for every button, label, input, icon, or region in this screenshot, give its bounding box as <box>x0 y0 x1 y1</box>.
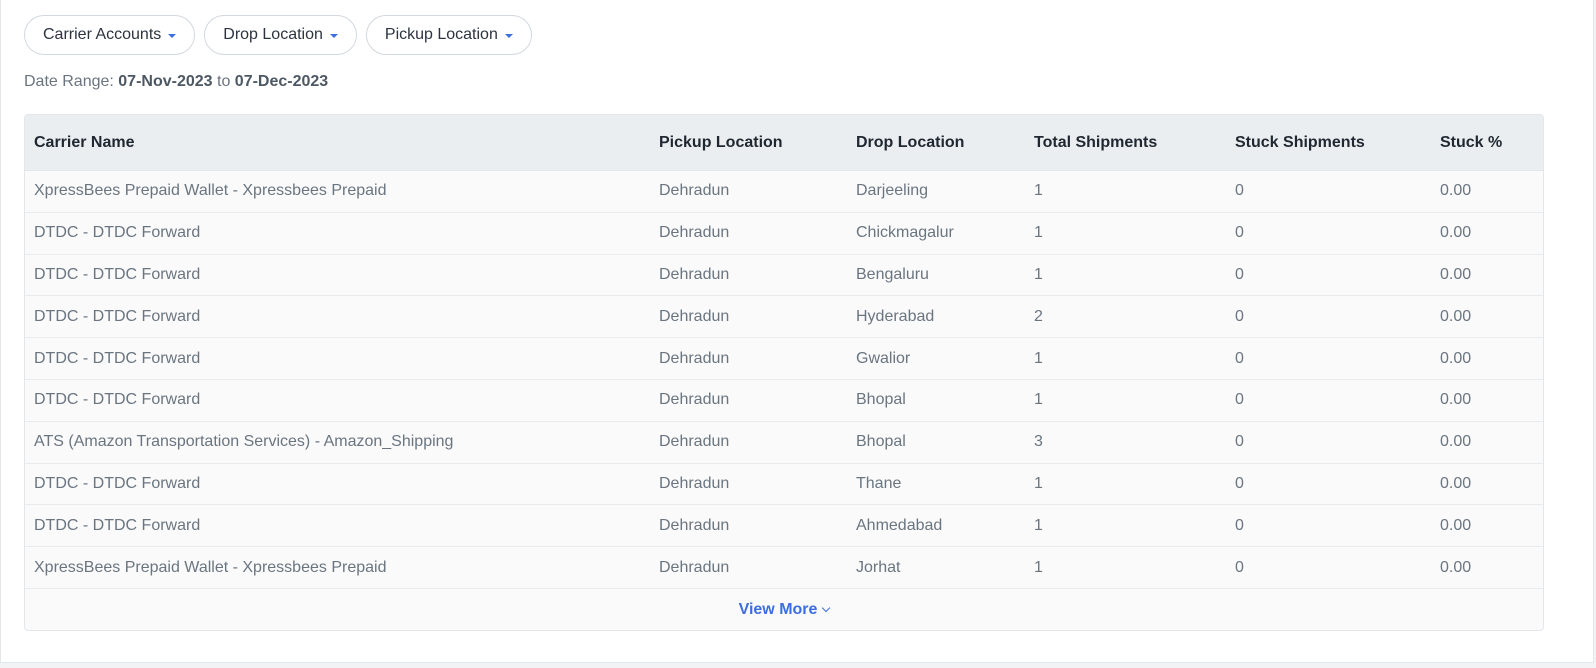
shipments-table: Carrier Name Pickup Location Drop Locati… <box>24 114 1544 631</box>
report-card: Carrier Accounts Drop Location Pickup Lo… <box>0 0 1594 663</box>
cell-stuck-shipments: 0 <box>1235 349 1244 367</box>
cell-pickup-location: Dehradun <box>659 224 730 242</box>
view-more-label: View More <box>738 600 818 618</box>
pickup-location-label: Pickup Location <box>384 26 498 43</box>
chevron-down-icon <box>822 603 831 613</box>
cell-stuck-percent: 0.00 <box>1440 224 1472 242</box>
table-row: DTDC - DTDC Forward Dehradun Thane 1 0 0.00 <box>25 463 1543 506</box>
date-range-to: 07-Dec-2023 <box>234 73 329 90</box>
cell-total-shipments: 1 <box>1034 558 1043 576</box>
cell-stuck-shipments: 0 <box>1235 391 1244 409</box>
cell-total-shipments: 1 <box>1034 224 1043 242</box>
view-more-button[interactable]: View More <box>25 589 1543 630</box>
cell-carrier-name: DTDC - DTDC Forward <box>34 307 201 325</box>
table-row: DTDC - DTDC Forward Dehradun Chickmagalur 1… <box>25 212 1543 255</box>
cell-drop-location: Darjeeling <box>856 182 929 200</box>
cell-drop-location: Jorhat <box>856 558 901 576</box>
cell-total-shipments: 1 <box>1034 182 1043 200</box>
cell-carrier-name: DTDC - DTDC Forward <box>34 516 201 534</box>
cell-drop-location: Hyderabad <box>856 307 935 325</box>
cell-stuck-percent: 0.00 <box>1440 182 1472 200</box>
cell-stuck-percent: 0.00 <box>1440 349 1472 367</box>
cell-drop-location: Gwalior <box>856 349 911 367</box>
cell-stuck-shipments: 0 <box>1235 516 1244 534</box>
cell-drop-location: Thane <box>856 474 902 492</box>
table-row: XpressBees Prepaid Wallet - Xpressbees P… <box>25 547 1543 589</box>
cell-pickup-location: Dehradun <box>659 474 730 492</box>
cell-carrier-name: DTDC - DTDC Forward <box>34 391 201 409</box>
table-row: DTDC - DTDC Forward Dehradun Gwalior 1 0 0.00 <box>25 338 1543 380</box>
cell-pickup-location: Dehradun <box>659 516 730 534</box>
pickup-location-filter[interactable]: Pickup Location <box>365 15 532 55</box>
cell-stuck-shipments: 0 <box>1235 307 1244 325</box>
filter-bar: Carrier Accounts Drop Location Pickup Lo… <box>24 15 532 55</box>
cell-stuck-shipments: 0 <box>1235 474 1244 492</box>
cell-pickup-location: Dehradun <box>659 433 730 451</box>
cell-stuck-percent: 0.00 <box>1440 558 1472 576</box>
header-stuck-shipments[interactable]: Stuck Shipments <box>1235 134 1365 152</box>
cell-pickup-location: Dehradun <box>659 558 730 576</box>
cell-total-shipments: 1 <box>1034 516 1043 534</box>
cell-stuck-shipments: 0 <box>1235 182 1244 200</box>
header-drop-location[interactable]: Drop Location <box>856 134 964 152</box>
table-header: Carrier Name Pickup Location Drop Locati… <box>25 115 1543 171</box>
cell-carrier-name: DTDC - DTDC Forward <box>34 474 201 492</box>
cell-stuck-percent: 0.00 <box>1440 474 1472 492</box>
cell-carrier-name: DTDC - DTDC Forward <box>34 265 201 283</box>
table-row: XpressBees Prepaid Wallet - Xpressbees P… <box>25 171 1543 213</box>
cell-total-shipments: 1 <box>1034 349 1043 367</box>
header-total-shipments[interactable]: Total Shipments <box>1034 134 1157 152</box>
cell-total-shipments: 3 <box>1034 433 1043 451</box>
date-range-from: 07-Nov-2023 <box>118 73 213 90</box>
caret-down-icon <box>504 34 513 38</box>
cell-pickup-location: Dehradun <box>659 265 730 283</box>
table-row: DTDC - DTDC Forward Dehradun Bhopal 1 0 0.00 <box>25 379 1543 422</box>
table-row: DTDC - DTDC Forward Dehradun Ahmedabad 1 0 0.… <box>25 505 1543 548</box>
cell-stuck-shipments: 0 <box>1235 265 1244 283</box>
cell-stuck-shipments: 0 <box>1235 558 1244 576</box>
cell-drop-location: Ahmedabad <box>856 516 943 534</box>
cell-carrier-name: XpressBees Prepaid Wallet - Xpressbees P… <box>34 558 387 576</box>
caret-down-icon <box>329 34 338 38</box>
carrier-accounts-filter[interactable]: Carrier Accounts <box>24 15 196 55</box>
cell-carrier-name: XpressBees Prepaid Wallet - Xpressbees P… <box>34 182 387 200</box>
header-carrier-name[interactable]: Carrier Name <box>34 134 135 152</box>
cell-drop-location: Bengaluru <box>856 265 929 283</box>
table-body: XpressBees Prepaid Wallet - Xpressbees P… <box>25 171 1543 589</box>
cell-pickup-location: Dehradun <box>659 391 730 409</box>
drop-location-filter[interactable]: Drop Location <box>204 15 357 55</box>
cell-pickup-location: Dehradun <box>659 182 730 200</box>
header-stuck-percent[interactable]: Stuck % <box>1440 134 1502 152</box>
cell-stuck-percent: 0.00 <box>1440 516 1472 534</box>
cell-stuck-percent: 0.00 <box>1440 433 1472 451</box>
cell-total-shipments: 1 <box>1034 474 1043 492</box>
cell-pickup-location: Dehradun <box>659 307 730 325</box>
date-range-label: Date Range: <box>24 73 119 90</box>
cell-total-shipments: 2 <box>1034 307 1043 325</box>
cell-stuck-shipments: 0 <box>1235 433 1244 451</box>
cell-carrier-name: DTDC - DTDC Forward <box>34 224 201 242</box>
carrier-accounts-label: Carrier Accounts <box>43 26 162 43</box>
date-range-separator: to <box>212 73 235 90</box>
table-row: DTDC - DTDC Forward Dehradun Bengaluru 1 0 0.… <box>25 254 1543 297</box>
cell-pickup-location: Dehradun <box>659 349 730 367</box>
header-pickup-location[interactable]: Pickup Location <box>659 134 783 152</box>
cell-stuck-percent: 0.00 <box>1440 307 1472 325</box>
table-row: DTDC - DTDC Forward Dehradun Hyderabad 2 0 0.… <box>25 296 1543 339</box>
cell-stuck-percent: 0.00 <box>1440 265 1472 283</box>
cell-carrier-name: ATS (Amazon Transportation Services) - A… <box>34 433 454 451</box>
cell-drop-location: Chickmagalur <box>856 224 954 242</box>
caret-down-icon <box>168 34 177 38</box>
drop-location-label: Drop Location <box>223 26 323 43</box>
cell-stuck-shipments: 0 <box>1235 224 1244 242</box>
cell-drop-location: Bhopal <box>856 433 906 451</box>
cell-total-shipments: 1 <box>1034 391 1043 409</box>
cell-carrier-name: DTDC - DTDC Forward <box>34 349 201 367</box>
date-range: Date Range: 07-Nov-2023 to 07-Dec-2023 <box>24 73 328 91</box>
table-row: ATS (Amazon Transportation Services) - A… <box>25 421 1543 464</box>
cell-drop-location: Bhopal <box>856 391 906 409</box>
cell-stuck-percent: 0.00 <box>1440 391 1472 409</box>
cell-total-shipments: 1 <box>1034 265 1043 283</box>
